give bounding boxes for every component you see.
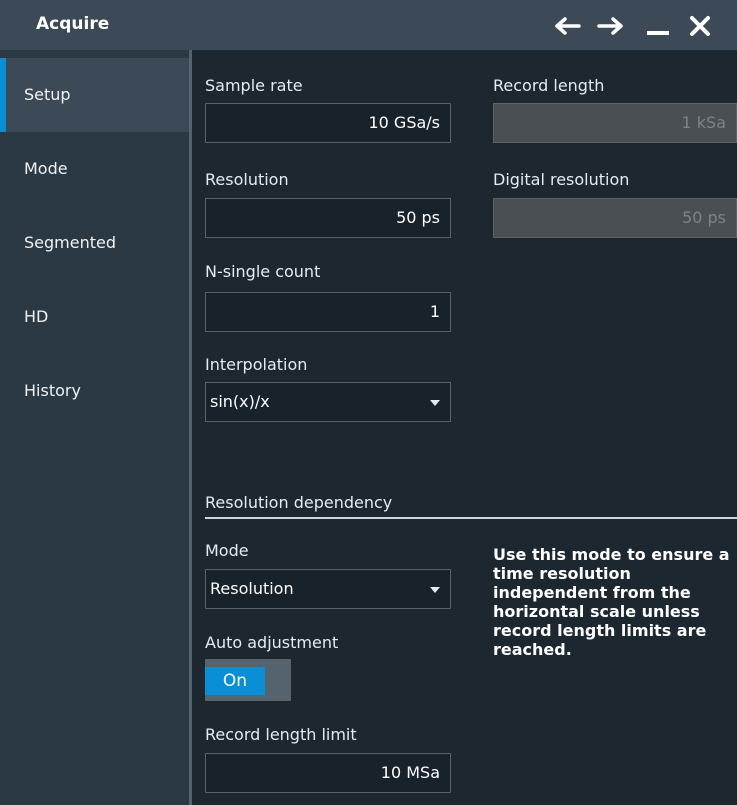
auto-adjustment-label: Auto adjustment (205, 633, 339, 652)
title-bar: Acquire (0, 0, 737, 50)
mode-label: Mode (205, 541, 249, 560)
toggle-state: On (205, 667, 265, 695)
n-single-count-input[interactable]: 1 (205, 292, 451, 332)
sidebar-item-label: Setup (24, 85, 71, 104)
sample-rate-label: Sample rate (205, 76, 303, 95)
section-title-resolution-dependency: Resolution dependency (205, 493, 393, 512)
interpolation-dropdown[interactable]: sin(x)/x (205, 382, 451, 422)
interpolation-label: Interpolation (205, 355, 308, 374)
resolution-input[interactable]: 50 ps (205, 198, 451, 238)
mode-value: Resolution (210, 579, 294, 598)
forward-arrow-icon[interactable] (590, 8, 630, 44)
close-icon[interactable] (680, 8, 720, 44)
record-length-label: Record length (493, 76, 605, 95)
chevron-down-icon (430, 400, 440, 406)
sidebar-item-history[interactable]: History (0, 354, 189, 428)
record-length-limit-label: Record length limit (205, 725, 357, 744)
sidebar-item-label: HD (24, 307, 49, 326)
record-length-limit-input[interactable]: 10 MSa (205, 753, 451, 793)
digital-resolution-input: 50 ps (493, 198, 737, 238)
back-arrow-icon[interactable] (548, 8, 588, 44)
sidebar: Setup Mode Segmented HD History (0, 50, 189, 805)
interpolation-value: sin(x)/x (210, 392, 270, 411)
sidebar-item-label: History (24, 381, 81, 400)
mode-dropdown[interactable]: Resolution (205, 569, 451, 609)
sidebar-item-mode[interactable]: Mode (0, 132, 189, 206)
mode-help-text: Use this mode to ensure a time resolutio… (493, 545, 730, 659)
sidebar-item-label: Segmented (24, 233, 116, 252)
sidebar-item-label: Mode (24, 159, 68, 178)
sidebar-item-segmented[interactable]: Segmented (0, 206, 189, 280)
n-single-count-label: N-single count (205, 262, 321, 281)
window-title: Acquire (36, 14, 110, 34)
chevron-down-icon (430, 587, 440, 593)
sample-rate-input[interactable]: 10 GSa/s (205, 103, 451, 143)
section-divider (205, 517, 737, 519)
record-length-input: 1 kSa (493, 103, 737, 143)
sidebar-item-setup[interactable]: Setup (0, 58, 189, 132)
sidebar-item-hd[interactable]: HD (0, 280, 189, 354)
auto-adjustment-toggle[interactable]: On (205, 659, 291, 701)
resolution-label: Resolution (205, 170, 289, 189)
digital-resolution-label: Digital resolution (493, 170, 630, 189)
minimize-icon[interactable] (638, 8, 678, 44)
